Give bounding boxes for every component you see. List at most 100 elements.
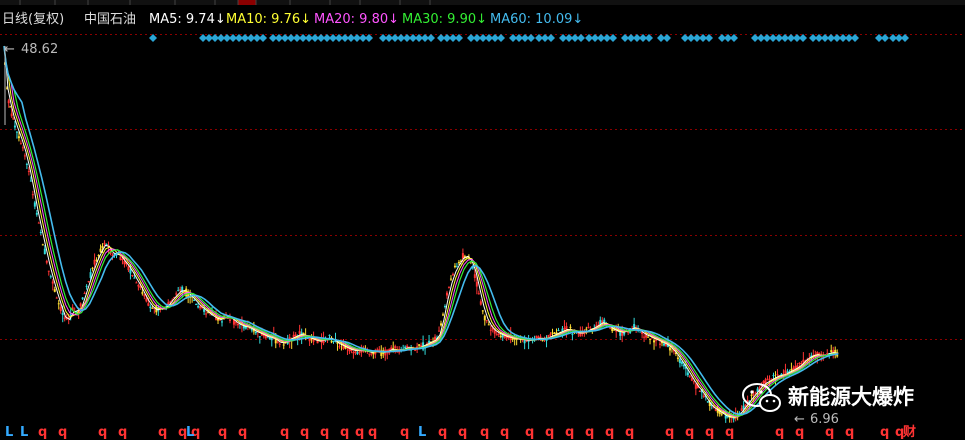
candle-body	[798, 362, 801, 364]
candle-body	[394, 346, 397, 349]
candle-body	[569, 326, 572, 328]
candle-body	[12, 118, 15, 120]
candle-body	[81, 297, 84, 300]
candle-body	[137, 285, 140, 287]
candle-body	[457, 261, 460, 264]
candle-body	[802, 359, 805, 363]
signal-letter: q	[825, 425, 834, 440]
candle-body	[199, 306, 202, 309]
candle-body	[332, 340, 335, 342]
ma-legend-item: MA60: 10.09↓	[490, 12, 583, 27]
ma-legend-item: MA10: 9.76↓	[226, 12, 311, 27]
candle-body	[83, 292, 86, 294]
signal-letter: q	[340, 425, 349, 440]
candle-body	[147, 303, 150, 306]
candle-body	[17, 136, 20, 139]
signal-letter: q	[320, 425, 329, 440]
candle-body	[481, 310, 484, 312]
candle-body	[830, 350, 833, 353]
candle-body	[85, 285, 88, 287]
candle-body	[579, 333, 582, 337]
candle-body	[135, 282, 138, 284]
candle-body	[692, 381, 695, 383]
candle-body	[143, 294, 146, 297]
candle-body	[21, 147, 24, 149]
candle-body	[690, 377, 693, 381]
candle-body	[151, 307, 154, 309]
candle-body	[25, 163, 28, 165]
candle-body	[440, 323, 443, 326]
candle-body	[133, 277, 136, 279]
signal-letter: q	[845, 425, 854, 440]
candle-body	[121, 259, 124, 261]
candle-body	[702, 395, 705, 397]
candle-body	[93, 259, 96, 265]
candle-body	[352, 351, 355, 354]
candle-body	[479, 301, 482, 305]
signal-letter: q	[705, 425, 714, 440]
signal-letter: q	[158, 425, 167, 440]
candle-body	[776, 374, 779, 376]
candle-body	[99, 248, 102, 252]
candle-body	[41, 244, 44, 246]
moving-average-legend: MA5: 9.74↓ MA10: 9.76↓ MA20: 9.80↓ MA30: 9.…	[149, 12, 583, 27]
stock-chart[interactable]: 日线(复权) 中国石油 MA5: 9.74↓ MA10: 9.76↓ MA20: 9…	[0, 0, 965, 440]
candle-body	[254, 331, 257, 334]
candle-body	[443, 306, 446, 308]
candle-body	[453, 265, 456, 268]
candle-body	[228, 319, 231, 321]
candle-body	[676, 357, 679, 359]
signal-letter: q	[685, 425, 694, 440]
candle-body	[119, 256, 122, 260]
candle-body	[49, 276, 52, 278]
candle-body	[358, 352, 361, 354]
signal-letter: q	[368, 425, 377, 440]
candle-body	[91, 267, 94, 269]
candle-body	[442, 314, 444, 316]
candle-body	[354, 351, 357, 353]
candle-body	[145, 298, 148, 302]
candle-body	[197, 306, 200, 308]
candle-body	[59, 306, 62, 312]
candle-body	[258, 336, 261, 338]
candle-body	[294, 334, 297, 337]
candle-body	[786, 371, 789, 373]
signal-letter: q	[775, 425, 784, 440]
candle-body	[451, 274, 454, 276]
candle-body	[23, 155, 26, 157]
signal-letter: L	[20, 425, 28, 440]
signal-letter: q	[585, 425, 594, 440]
candle-body	[179, 289, 182, 291]
candle-body	[438, 330, 441, 332]
candle-body	[662, 343, 665, 346]
candle-body	[10, 113, 13, 117]
signal-letter: q	[625, 425, 634, 440]
signal-letter: q	[218, 425, 227, 440]
candle-body	[15, 131, 18, 133]
candle-body	[33, 202, 36, 207]
candle-body	[587, 327, 590, 329]
candle-body	[418, 344, 421, 346]
candle-body	[698, 391, 701, 393]
ma-legend-item: MA30: 9.90↓	[402, 12, 487, 27]
candle-body	[95, 259, 98, 261]
candle-body	[720, 413, 723, 415]
signal-letter: q	[400, 425, 409, 440]
candle-body	[39, 231, 42, 233]
candle-body	[784, 370, 787, 375]
candle-body	[97, 254, 100, 256]
candle-body	[447, 287, 450, 289]
candle-body	[103, 242, 106, 245]
candle-body	[557, 330, 560, 332]
candle-body	[368, 353, 371, 355]
candle-body	[43, 248, 46, 255]
signal-letter: q	[480, 425, 489, 440]
candle-body	[87, 281, 90, 283]
candle-body	[497, 333, 500, 335]
ma-legend-item: MA20: 9.80↓	[314, 12, 399, 27]
candle-body	[13, 125, 16, 128]
candle-body	[680, 361, 683, 364]
signal-letter: q	[725, 425, 734, 440]
candle-body	[772, 374, 775, 376]
candle-body	[659, 343, 662, 345]
